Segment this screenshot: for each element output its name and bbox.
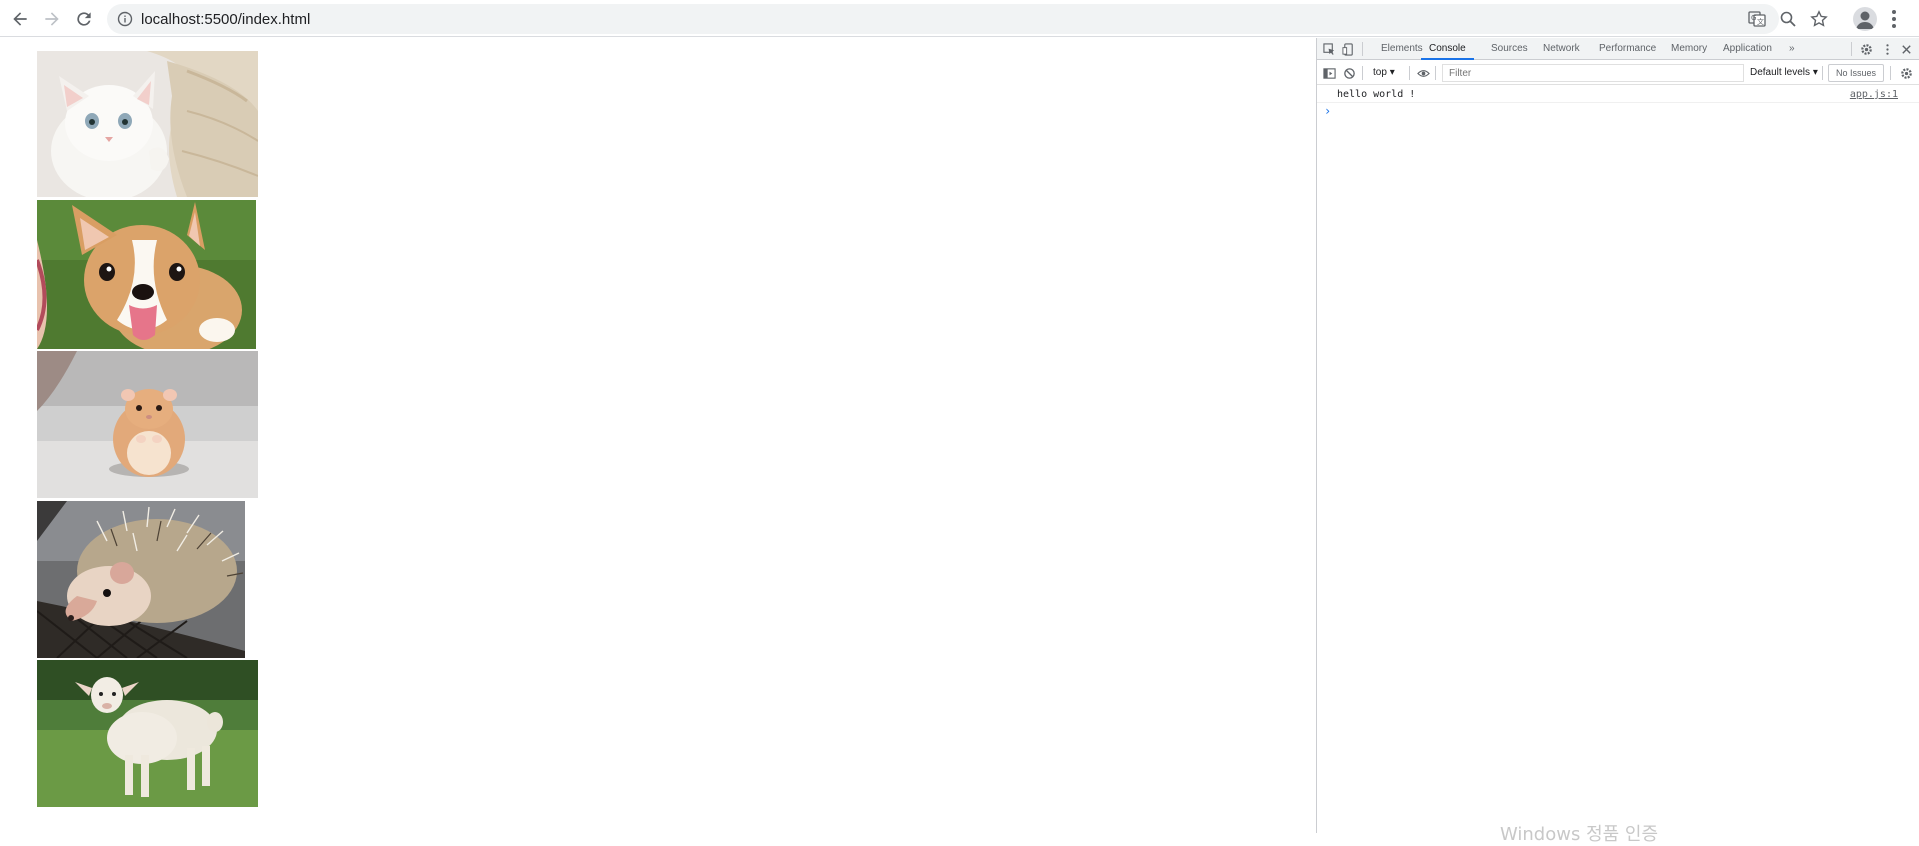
inspect-element-icon[interactable]	[1321, 41, 1337, 57]
console-message: hello world !	[1337, 89, 1416, 100]
tab-network[interactable]: Network	[1543, 38, 1580, 60]
hamster-image	[37, 351, 258, 498]
menu-dots-icon[interactable]	[1886, 8, 1902, 30]
reload-button[interactable]	[69, 4, 99, 34]
translate-icon[interactable]: G 文	[1748, 10, 1766, 28]
profile-avatar[interactable]	[1853, 7, 1877, 31]
back-arrow-icon	[13, 12, 27, 26]
console-prompt[interactable]: ›	[1324, 104, 1331, 118]
dropdown-arrow-icon: ▾	[1812, 67, 1818, 78]
person-icon	[1856, 11, 1874, 29]
corgi-image	[37, 200, 256, 349]
tab-elements[interactable]: Elements	[1381, 38, 1423, 60]
close-icon[interactable]	[1898, 41, 1914, 57]
tab-memory[interactable]: Memory	[1671, 38, 1707, 60]
tab-sources[interactable]: Sources	[1491, 38, 1528, 60]
toolbar-divider	[1822, 66, 1823, 80]
tab-divider	[1362, 42, 1363, 56]
context-label: top	[1373, 67, 1387, 78]
lamb-image	[37, 660, 258, 807]
console-message-row: hello world ! app.js:1	[1317, 86, 1919, 103]
hedgehog-image	[37, 501, 245, 658]
forward-button[interactable]	[37, 4, 67, 34]
devtools-menu-icon[interactable]	[1879, 41, 1895, 57]
devtools-panel: Elements Console Sources Network Perform…	[1316, 38, 1919, 833]
console-source-link[interactable]: app.js:1	[1850, 89, 1898, 100]
browser-toolbar: localhost:5500/index.html G 文	[0, 0, 1919, 37]
reload-icon	[77, 12, 91, 26]
devtools-tabbar: Elements Console Sources Network Perform…	[1317, 38, 1919, 60]
info-icon[interactable]	[117, 11, 133, 27]
issues-button[interactable]: No Issues	[1828, 64, 1884, 82]
toolbar-divider	[1435, 66, 1436, 80]
tab-performance[interactable]: Performance	[1599, 38, 1656, 60]
bookmark-star-icon[interactable]	[1810, 10, 1828, 28]
kitten-image	[37, 51, 258, 197]
console-settings-gear-icon[interactable]	[1898, 65, 1914, 81]
tab-console[interactable]: Console	[1421, 38, 1474, 60]
svg-text:文: 文	[1757, 17, 1764, 26]
toolbar-divider	[1409, 66, 1410, 80]
clear-console-icon[interactable]	[1341, 65, 1357, 81]
device-toolbar-icon[interactable]	[1340, 41, 1356, 57]
context-select[interactable]: top ▾	[1373, 65, 1395, 81]
sidebar-toggle-icon[interactable]	[1321, 65, 1337, 81]
log-levels-select[interactable]: Default levels ▾	[1750, 65, 1818, 81]
back-button[interactable]	[5, 4, 35, 34]
svg-text:G: G	[1751, 14, 1756, 22]
log-levels-label: Default levels	[1750, 67, 1811, 78]
zoom-icon[interactable]	[1779, 10, 1797, 28]
address-bar[interactable]: localhost:5500/index.html G 文	[107, 4, 1828, 34]
tab-divider	[1851, 42, 1852, 56]
more-tabs-button[interactable]: »	[1789, 38, 1795, 60]
forward-arrow-icon	[45, 12, 59, 26]
eye-icon[interactable]	[1415, 65, 1431, 81]
page-viewport	[0, 38, 1316, 833]
dropdown-arrow-icon: ▾	[1389, 67, 1395, 78]
filter-input[interactable]	[1442, 64, 1744, 82]
url-text: localhost:5500/index.html	[141, 11, 311, 28]
toolbar-divider	[1362, 66, 1363, 80]
toolbar-divider	[1890, 66, 1891, 80]
windows-activation-watermark: Windows 정품 인증	[1500, 824, 1659, 845]
tab-application[interactable]: Application	[1723, 38, 1772, 60]
console-toolbar: top ▾ Default levels ▾ No Issues	[1317, 61, 1919, 85]
settings-gear-icon[interactable]	[1858, 41, 1874, 57]
